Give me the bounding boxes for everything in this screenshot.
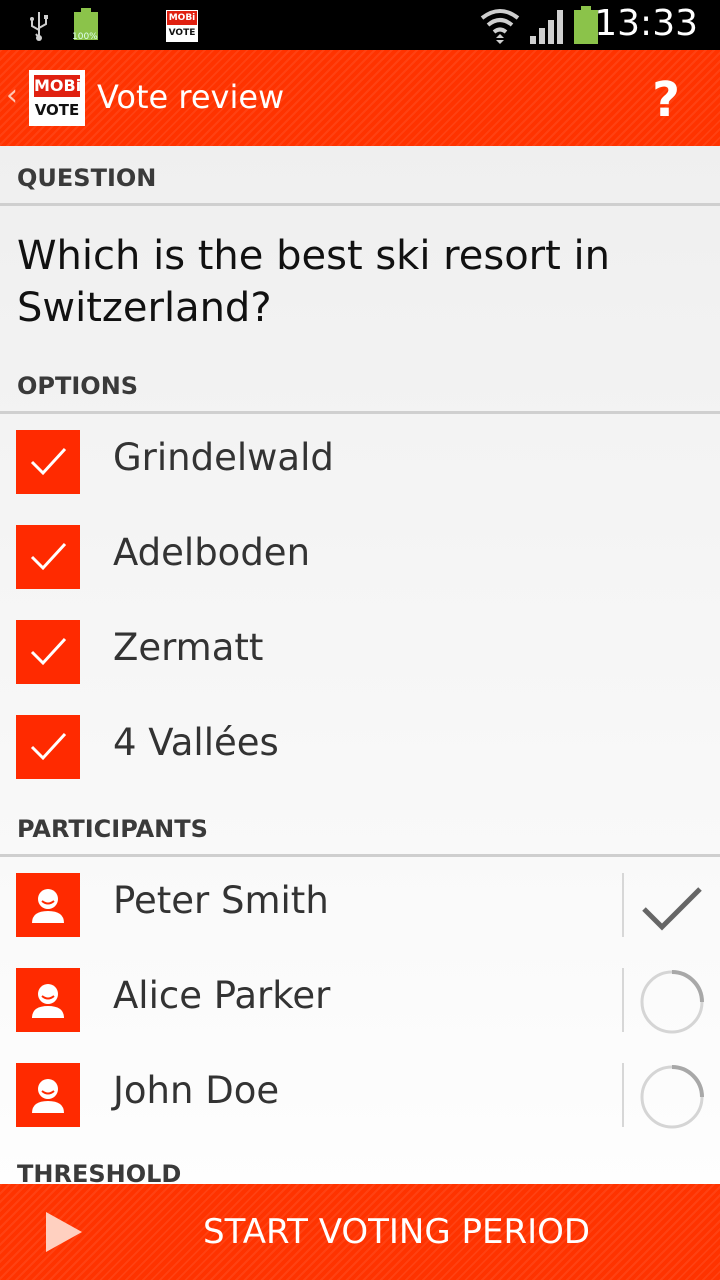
divider [622,873,624,937]
signal-icon [530,10,563,44]
battery-percent-label: 100% [72,32,98,42]
participant-row[interactable]: Peter Smith [0,857,720,952]
user-avatar-icon [16,873,80,937]
option-checkbox[interactable] [16,525,80,589]
notification-badge-line2: VOTE [168,28,196,38]
participant-name: John Doe [113,1069,280,1112]
option-row[interactable]: 4 Vallées [0,699,720,794]
notification-badge-line1: MOBi [167,11,197,25]
app-logo-line2: VOTE [34,99,80,121]
participants-section-header: PARTICIPANTS [0,797,720,857]
option-row[interactable]: Adelboden [0,509,720,604]
options-section-header: OPTIONS [0,354,720,414]
option-row[interactable]: Grindelwald [0,414,720,509]
option-checkbox[interactable] [16,430,80,494]
option-label: 4 Vallées [113,721,279,764]
app-logo[interactable]: MOBi VOTE [29,70,85,126]
vote-confirmed-checkmark-icon [642,887,702,931]
start-voting-period-button[interactable]: START VOTING PERIOD [0,1184,720,1280]
vote-pending-spinner-icon [640,1065,704,1129]
vote-pending-spinner-icon [640,970,704,1034]
user-avatar-icon [16,1063,80,1127]
user-avatar-icon [16,968,80,1032]
divider [622,968,624,1032]
option-label: Zermatt [113,626,264,669]
mobivote-notification-icon: MOBi VOTE [166,10,198,42]
checkmark-icon [30,732,67,761]
option-row[interactable]: Zermatt [0,604,720,699]
question-section-header: QUESTION [0,146,720,206]
checkmark-icon [30,637,67,666]
back-chevron-icon[interactable]: ‹ [6,78,18,113]
help-button[interactable]: ? [652,72,680,128]
page-title: Vote review [97,78,285,116]
participant-name: Alice Parker [113,974,331,1017]
start-voting-period-label: START VOTING PERIOD [203,1212,591,1252]
status-time: 13:33 [594,3,698,44]
app-logo-line1: MOBi [34,75,82,97]
option-label: Adelboden [113,531,311,574]
option-label: Grindelwald [113,436,334,479]
wifi-icon [480,9,520,44]
usb-icon [30,12,48,41]
checkmark-icon [30,447,67,476]
checkmark-icon [30,542,67,571]
option-checkbox[interactable] [16,620,80,684]
question-text: Which is the best ski resort in Switzerl… [17,233,610,331]
participant-row[interactable]: John Doe [0,1047,720,1142]
option-checkbox[interactable] [16,715,80,779]
status-bar: 100% MOBi VOTE 13:33 [0,0,720,50]
action-bar: ‹ MOBi VOTE Vote review ? [0,50,720,146]
participant-name: Peter Smith [113,879,329,922]
participant-row[interactable]: Alice Parker [0,952,720,1047]
divider [622,1063,624,1127]
play-icon [46,1212,82,1252]
